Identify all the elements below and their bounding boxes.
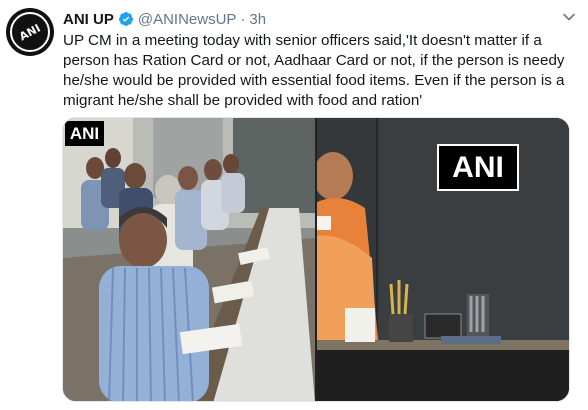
chevron-down-icon[interactable]: [562, 10, 576, 24]
avatar[interactable]: ANI: [6, 8, 54, 56]
tweet-text: UP CM in a meeting today with senior off…: [63, 32, 565, 109]
meeting-room-photo[interactable]: ANI: [63, 118, 315, 401]
author-handle[interactable]: @ANINewsUP: [138, 11, 237, 28]
avatar-logo: ANI: [17, 21, 43, 43]
verified-badge-icon: [118, 11, 134, 27]
tweet-timestamp[interactable]: 3h: [249, 11, 266, 28]
tweet[interactable]: ANI ANI UP @ANINewsUP · 3h UP CM in a me…: [0, 0, 588, 410]
tweet-media[interactable]: ANI ANI: [62, 117, 570, 402]
avatar-logo-ring: ANI: [10, 12, 50, 52]
separator-dot: ·: [240, 10, 246, 28]
ani-watermark-logo: ANI: [437, 144, 519, 191]
ani-watermark-logo: ANI: [65, 121, 104, 146]
author-name[interactable]: ANI UP: [63, 11, 114, 28]
tweet-header: ANI UP @ANINewsUP · 3h: [63, 9, 266, 29]
cm-desk-photo[interactable]: ANI: [317, 118, 569, 401]
